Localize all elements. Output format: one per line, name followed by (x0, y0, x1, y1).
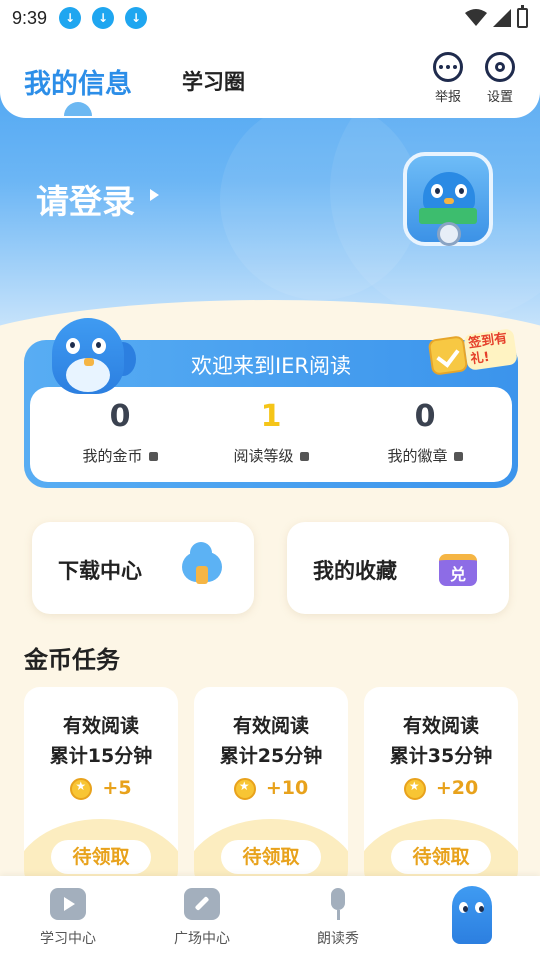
task-requirement: 累计35分钟 (389, 745, 493, 767)
coin-icon (403, 777, 426, 800)
task-reward: +5 (24, 777, 178, 800)
claim-button[interactable]: 待领取 (391, 840, 491, 874)
tab-my-info[interactable]: 我的信息 (24, 62, 132, 101)
task-title: 有效阅读 (402, 715, 479, 737)
favorites-button[interactable]: 我的收藏 兑 (287, 522, 509, 614)
task-card: 有效阅读 累计15分钟 +5 待领取 (24, 687, 178, 887)
task-title: 有效阅读 (62, 715, 139, 737)
nav-label: 广场中心 (174, 931, 230, 947)
task-card: 有效阅读 累计35分钟 +20 待领取 (364, 687, 518, 887)
login-link[interactable]: 请登录 (36, 175, 135, 223)
task-reward-value: +10 (265, 777, 309, 799)
top-header: 我的信息 学习圈 举报 设置 (0, 36, 540, 118)
coin-icon (70, 777, 93, 800)
task-title: 有效阅读 (232, 715, 309, 737)
stat-coins[interactable]: 0 我的金币 (45, 399, 195, 466)
nav-label: 朗读秀 (317, 931, 359, 947)
task-reward-value: +5 (102, 777, 132, 799)
download-center-button[interactable]: 下载中心 (32, 522, 254, 614)
task-requirement: 累计25分钟 (219, 745, 323, 767)
download-notification-icon: ↓ (125, 7, 148, 29)
battery-icon (517, 5, 528, 28)
download-notification-icon: ↓ (59, 7, 82, 29)
stat-badges[interactable]: 0 我的徽章 (350, 399, 500, 466)
tab-study-circle[interactable]: 学习圈 (182, 66, 245, 96)
nav-study-center[interactable]: 学习中心 (18, 888, 118, 948)
nav-square-center[interactable]: 广场中心 (152, 888, 252, 948)
cloud-download-icon (182, 542, 222, 584)
task-reward: +20 (364, 777, 518, 800)
magnifier-icon (437, 222, 461, 246)
task-card: 有效阅读 累计25分钟 +10 待领取 (194, 687, 348, 887)
stat-badges-value: 0 (414, 399, 436, 434)
wifi-icon (465, 9, 487, 26)
stat-level[interactable]: 1 阅读等级 (196, 399, 346, 466)
calendar-pen-icon (184, 888, 220, 920)
stat-level-value: 1 (260, 399, 282, 434)
tab-indicator (64, 102, 92, 116)
status-bar: 9:39 ↓ ↓ ↓ (0, 0, 540, 36)
stat-coins-label: 我的金币 (82, 447, 143, 465)
chevron-right-icon (148, 452, 158, 461)
play-video-icon (50, 888, 86, 920)
favorites-label: 我的收藏 (313, 559, 397, 583)
stats-panel: 0 我的金币 1 阅读等级 0 我的徽章 (30, 387, 512, 482)
signin-badge-text: 签到有礼! (463, 328, 518, 371)
download-center-label: 下载中心 (58, 559, 142, 583)
chat-bubble-icon (433, 52, 463, 82)
chevron-right-icon (150, 189, 159, 201)
avatar[interactable] (403, 152, 493, 246)
chevron-right-icon (453, 452, 463, 461)
stat-badges-label: 我的徽章 (387, 447, 448, 465)
microphone-icon (320, 888, 356, 920)
claim-button[interactable]: 待领取 (51, 840, 151, 874)
nav-mine-bird-icon[interactable] (452, 886, 492, 944)
nav-reading-show[interactable]: 朗读秀 (288, 888, 388, 948)
download-notification-icon: ↓ (92, 7, 115, 29)
mascot-bird (44, 312, 136, 396)
stat-coins-value: 0 (109, 399, 131, 434)
claim-button[interactable]: 待领取 (221, 840, 321, 874)
nav-label: 学习中心 (40, 931, 96, 947)
settings-label: 设置 (486, 90, 513, 105)
report-button[interactable]: 举报 (426, 52, 470, 105)
coin-tasks-title: 金币任务 (24, 646, 120, 674)
chevron-right-icon (299, 452, 309, 461)
mascot-face (423, 172, 475, 212)
report-label: 举报 (434, 90, 461, 105)
gear-icon (485, 52, 515, 82)
settings-button[interactable]: 设置 (478, 52, 522, 105)
redeem-icon: 兑 (439, 554, 477, 586)
task-reward-value: +20 (435, 777, 479, 799)
check-icon (427, 335, 469, 376)
task-reward: +10 (194, 777, 348, 800)
task-requirement: 累计15分钟 (49, 745, 153, 767)
signal-icon (493, 9, 511, 27)
status-time: 9:39 (12, 7, 48, 28)
stat-level-label: 阅读等级 (233, 447, 294, 465)
coin-icon (233, 777, 256, 800)
